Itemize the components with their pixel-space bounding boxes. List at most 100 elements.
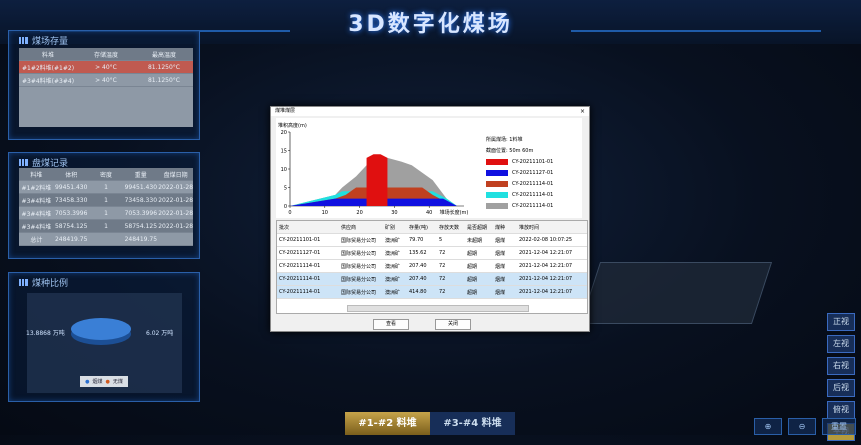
cell: 7053.3996: [124, 209, 158, 217]
zoom-in-button[interactable]: ⊕: [754, 418, 782, 435]
cell: #1#2料堆(#1#2): [21, 64, 75, 72]
header-cell: 重量: [134, 171, 147, 179]
horizontal-scrollbar[interactable]: [347, 305, 529, 312]
header-cell: 密度: [99, 171, 112, 179]
header-wing-right: [571, 30, 821, 32]
table-row[interactable]: #1#2料堆(#1#2) > 40°C 81.1250°C: [19, 61, 193, 74]
cell: 未超期: [467, 237, 483, 244]
table-header: 料堆 体积 密度 重量 盘煤日期: [19, 168, 193, 181]
cell: CY-20211114-01: [279, 276, 321, 282]
legend-label: CY-20211101-01: [512, 158, 554, 165]
cell: 72: [439, 250, 446, 256]
table-row[interactable]: #3#4料堆 7053.3996 1 7053.3996 2022-01-28: [19, 207, 193, 220]
storage-panel-title: 煤场存量: [32, 37, 69, 47]
view-button[interactable]: 查看: [373, 319, 409, 330]
grid-header: 批次 供应商 矿别 存量(吨) 存放天数 是否超期 煤种 堆放时间: [277, 221, 587, 234]
legend-item: CY-20211101-01: [486, 156, 584, 167]
table-row[interactable]: #3#4料堆 58754.125 1 58754.125 2022-01-28: [19, 220, 193, 233]
cell: 1: [104, 196, 108, 204]
cell: 99451.430: [124, 183, 158, 191]
cell: CY-20211114-01: [279, 289, 321, 295]
ratio-panel-header: 煤种比例: [19, 276, 68, 289]
table-row[interactable]: #3#4料堆(#3#4) > 40°C 81.1250°C: [19, 74, 193, 87]
header-cell: 供应商: [341, 224, 357, 231]
view-front-button[interactable]: 正视: [827, 313, 855, 331]
table-header: 料堆 存储温度 最高温度: [19, 48, 193, 61]
coal-layer-dialog: 煤堆煤层 × 0 10 20 30 40 0 5 10 15 20 堆积高度(m) 堆场长度(m) 所…: [270, 106, 590, 332]
bar-chart-icon: [19, 37, 28, 44]
pile-tabs: #1-#2 料堆 #3-#4 料堆: [345, 412, 515, 435]
header-cell: 批次: [279, 224, 290, 231]
cell: #1#2料堆: [21, 184, 52, 192]
table-row[interactable]: CY-20211127-01 国际贸易分公司 澳洲矿 135.62 72 超期 烟煤 2021…: [277, 247, 587, 260]
cell: 国际贸易分公司: [341, 237, 377, 244]
cell: 2021-12-04 12:21:07: [519, 250, 573, 256]
y-axis-label: 堆积高度(m): [278, 122, 307, 129]
close-icon[interactable]: ×: [580, 107, 585, 116]
header-cell: 存放天数: [439, 224, 460, 231]
y-tick-label: 10: [281, 167, 287, 173]
header-cell: 堆放时间: [519, 224, 540, 231]
x-tick-label: 10: [322, 210, 328, 216]
cell: 207.40: [409, 263, 427, 269]
view-back-button[interactable]: 后视: [827, 379, 855, 397]
cell: 1: [104, 183, 108, 191]
legend-swatch: [486, 202, 508, 209]
view-left-button[interactable]: 左视: [827, 335, 855, 353]
y-tick-label: 0: [284, 204, 287, 210]
cell: 超期: [467, 276, 478, 283]
cell: 烟煤: [495, 237, 506, 244]
cell: 1: [104, 222, 108, 230]
cell: CY-20211127-01: [279, 250, 321, 256]
view-right-button[interactable]: 右视: [827, 357, 855, 375]
cell: 81.1250°C: [147, 63, 180, 71]
cell: CY-20211101-01: [279, 237, 321, 243]
tab-pile-1-2[interactable]: #1-#2 料堆: [345, 412, 430, 435]
legend-label: CY-20211127-01: [512, 169, 554, 176]
legend-label: CY-20211114-01: [512, 202, 554, 209]
table-row[interactable]: 总计 248419.75 248419.75: [19, 233, 193, 246]
cell: 5: [439, 237, 443, 243]
cell: 81.1250°C: [147, 76, 180, 84]
x-axis-label: 堆场长度(m): [440, 209, 469, 216]
zoom-out-button[interactable]: ⊖: [788, 418, 816, 435]
cell: 2022-01-28: [158, 209, 193, 217]
cell: 248419.75: [54, 235, 88, 243]
cell: 1: [104, 209, 108, 217]
cell: 澳洲矿: [385, 289, 401, 296]
header-cell: 最高温度: [151, 51, 176, 59]
table-row[interactable]: CY-20211114-01 国际贸易分公司 澳洲矿 414.80 72 超期 烟煤 2021…: [277, 286, 587, 299]
tab-pile-3-4[interactable]: #3-#4 料堆: [430, 412, 515, 435]
legend-item: CY-20211114-01: [486, 200, 584, 211]
legend-label: 无煤: [112, 379, 123, 385]
view-top-button[interactable]: 俯视: [827, 401, 855, 419]
cell: 2022-01-28: [158, 183, 193, 191]
table-row[interactable]: CY-20211114-01 国际贸易分公司 澳洲矿 207.40 72 超期 烟煤 2021…: [277, 260, 587, 273]
table-row[interactable]: #1#2料堆 99451.430 1 99451.430 2022-01-28: [19, 181, 193, 194]
header-cell: 是否超期: [467, 224, 488, 231]
table-row[interactable]: CY-20211101-01 国际贸易分公司 澳洲矿 79.70 5 未超期 烟煤 2022-…: [277, 234, 587, 247]
batch-grid: 批次 供应商 矿别 存量(吨) 存放天数 是否超期 煤种 堆放时间 CY-202…: [276, 220, 588, 314]
close-button[interactable]: 关闭: [435, 319, 471, 330]
cell: 烟煤: [495, 289, 506, 296]
chart-panel: 0 10 20 30 40 0 5 10 15 20 堆积高度(m) 堆场长度(m) 所属煤场: 1料…: [276, 118, 582, 218]
cell: 72: [439, 263, 446, 269]
legend-label: CY-20211114-01: [512, 191, 554, 198]
cell: 国际贸易分公司: [341, 250, 377, 257]
ratio-legend: ● 烟煤 ● 无煤: [80, 376, 128, 387]
cell: > 40°C: [95, 76, 117, 84]
table-row[interactable]: CY-20211114-01 国际贸易分公司 澳洲矿 207.40 72 超期 烟煤 2021…: [277, 273, 587, 286]
ratio-right-value: 6.02 万吨: [146, 330, 174, 337]
legend-header: 所属煤场: 1料堆: [486, 137, 523, 143]
cell: 7053.3996: [54, 209, 88, 217]
reset-button[interactable]: 重置: [822, 418, 856, 435]
cell: 澳洲矿: [385, 250, 401, 257]
legend-label: 烟煤: [92, 379, 103, 385]
header-cell: 存储温度: [93, 51, 118, 59]
header-cell: 料堆: [41, 51, 54, 59]
table-row[interactable]: #3#4料堆 73458.330 1 73458.330 2022-01-28: [19, 194, 193, 207]
x-tick-label: 0: [288, 210, 291, 216]
legend-item: CY-20211127-01: [486, 167, 584, 178]
cell: 2022-01-28: [158, 222, 193, 230]
cell: #3#4料堆: [21, 210, 52, 218]
